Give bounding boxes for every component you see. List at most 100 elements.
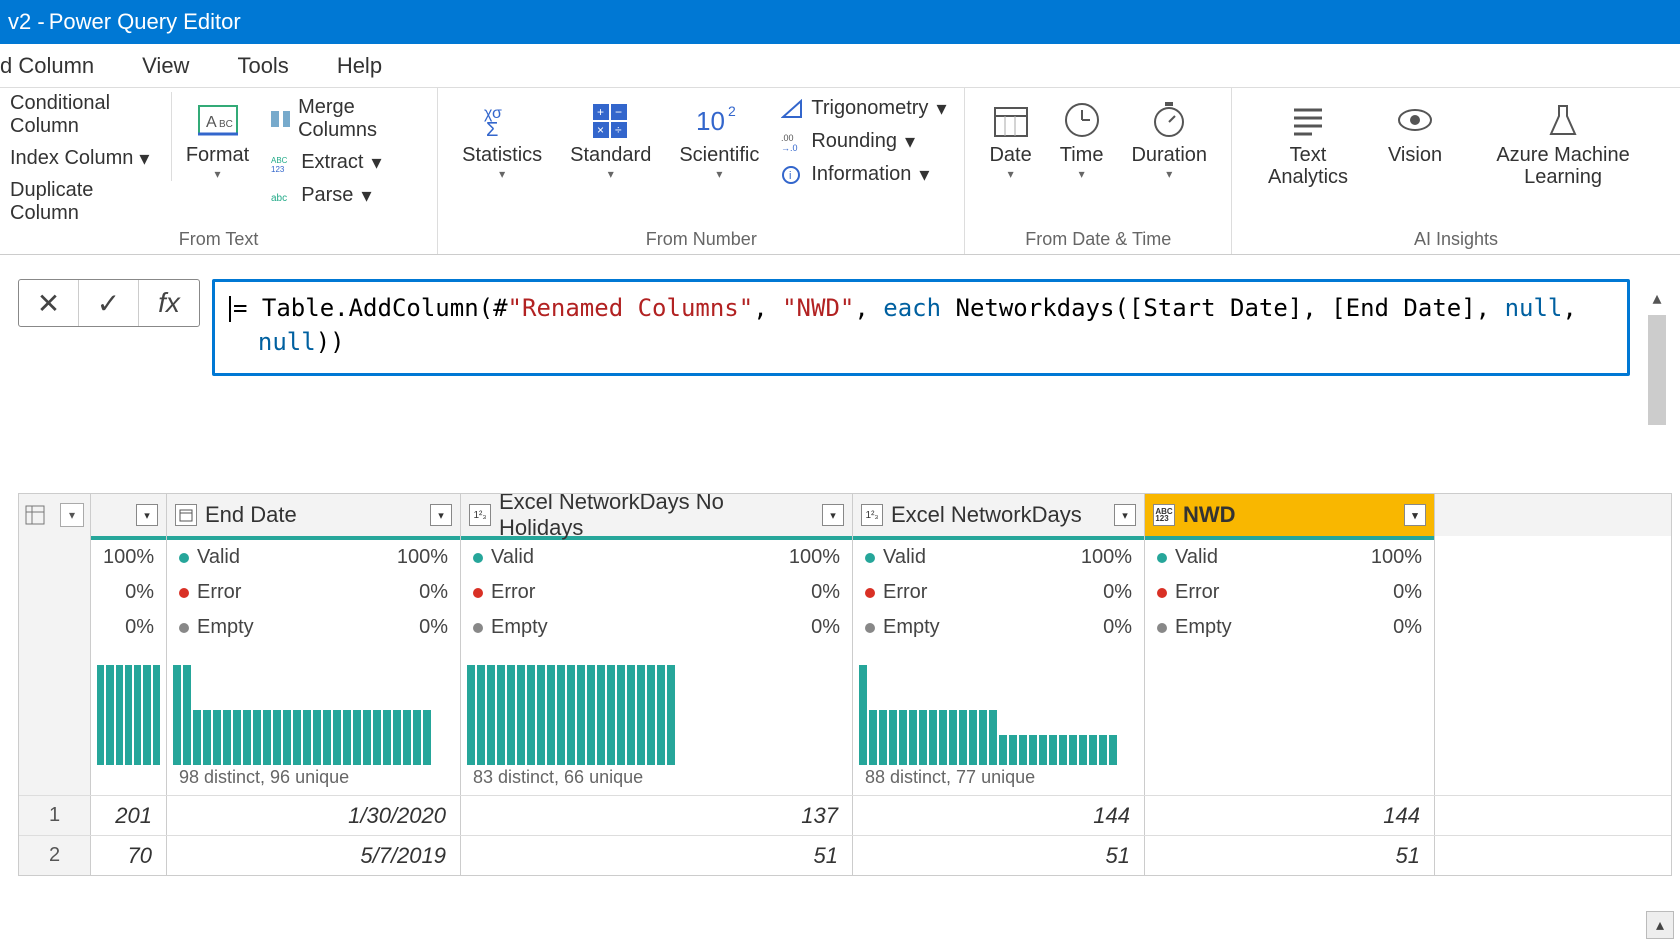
column-filter-button[interactable]: ▾ xyxy=(1114,504,1136,526)
tab-add-column[interactable]: d Column xyxy=(0,53,94,79)
formula-token: null xyxy=(1505,294,1563,322)
formula-token: , xyxy=(753,294,782,322)
time-button[interactable]: Time ▾ xyxy=(1046,92,1118,181)
scroll-up-button[interactable]: ▴ xyxy=(1646,911,1674,939)
formula-token: )) xyxy=(316,328,345,356)
cell-value: 201 xyxy=(91,796,167,835)
text-analytics-icon xyxy=(1288,100,1328,140)
parse-label: Parse xyxy=(301,184,353,207)
calendar-icon xyxy=(991,100,1031,140)
vision-label: Vision xyxy=(1388,144,1442,167)
chart-nwd3 xyxy=(1145,645,1435,765)
formula-scroll-up[interactable]: ▴ xyxy=(1642,283,1672,313)
svg-text:A: A xyxy=(206,114,217,131)
azure-ml-label: Azure Machine Learning xyxy=(1470,144,1656,188)
fx-icon: fx xyxy=(158,287,180,319)
distinct-label: 98 distinct, 96 unique xyxy=(167,765,461,795)
tab-help[interactable]: Help xyxy=(337,53,382,79)
statistics-button[interactable]: χσΣ Statistics ▾ xyxy=(448,92,556,181)
column-header-nwd-noholidays[interactable]: 1²₃ Excel NetworkDays No Holidays ▾ xyxy=(461,494,853,536)
table-row[interactable]: 2 70 5/7/2019 51 51 51 xyxy=(19,835,1671,875)
chevron-down-icon: ▾ xyxy=(215,167,221,181)
cell-value: 51 xyxy=(1145,836,1435,875)
column-label: Excel NetworkDays xyxy=(891,502,1082,528)
row-number: 1 xyxy=(19,796,91,835)
information-label: Information xyxy=(811,163,911,186)
stat-label: Empty xyxy=(1175,616,1232,638)
chevron-down-icon: ▾ xyxy=(499,167,505,181)
conditional-column-button[interactable]: Conditional Column xyxy=(10,92,161,138)
tab-view[interactable]: View xyxy=(142,53,189,79)
azure-ml-button[interactable]: Azure Machine Learning xyxy=(1456,92,1670,188)
cell-value: 1/30/2020 xyxy=(167,796,461,835)
cell-value: 51 xyxy=(461,836,853,875)
stat-percent: 0% xyxy=(811,581,840,604)
column-label: End Date xyxy=(205,502,297,528)
group-from-text: From Text xyxy=(10,225,427,252)
table-row[interactable]: 1 201 1/30/2020 137 144 144 xyxy=(19,795,1671,835)
group-ai-insights: AI Insights xyxy=(1242,225,1670,252)
extract-label: Extract xyxy=(301,151,363,174)
cell-value: 70 xyxy=(91,836,167,875)
information-button[interactable]: i Information ▾ xyxy=(781,162,946,187)
svg-text:i: i xyxy=(789,170,791,182)
chevron-down-icon: ▾ xyxy=(139,146,149,171)
formula-token: null xyxy=(258,328,316,356)
close-icon: ✕ xyxy=(37,287,60,320)
column-filter-button[interactable]: ▾ xyxy=(822,504,844,526)
time-label: Time xyxy=(1060,144,1104,167)
stat-percent: 100% xyxy=(1081,546,1132,569)
tab-tools[interactable]: Tools xyxy=(237,53,288,79)
formula-token: , xyxy=(1562,294,1576,322)
accept-formula-button[interactable]: ✓ xyxy=(79,280,139,326)
formula-scrollbar[interactable] xyxy=(1648,315,1666,425)
date-button[interactable]: Date ▾ xyxy=(975,92,1045,181)
stopwatch-icon xyxy=(1149,100,1189,140)
duration-label: Duration xyxy=(1131,144,1207,167)
text-analytics-button[interactable]: Text Analytics xyxy=(1242,92,1374,188)
duplicate-column-button[interactable]: Duplicate Column xyxy=(10,179,161,225)
format-label: Format xyxy=(186,144,249,167)
index-column-button[interactable]: Index Column ▾ xyxy=(10,146,161,171)
date-label: Date xyxy=(989,144,1031,167)
column-header-nwd-new[interactable]: ABC123 NWD ▾ xyxy=(1145,494,1435,536)
standard-button[interactable]: +−×÷ Standard ▾ xyxy=(556,92,665,181)
column-header-index[interactable]: ▾ xyxy=(91,494,167,536)
table-options-button[interactable]: ▾ xyxy=(60,503,84,527)
stat-label: Valid xyxy=(491,546,534,568)
vision-button[interactable]: Vision xyxy=(1374,92,1456,167)
stat-percent: 0% xyxy=(811,616,840,639)
stat-percent: 100% xyxy=(1371,546,1422,569)
parse-button[interactable]: abc Parse ▾ xyxy=(271,183,419,208)
chart-nwd2 xyxy=(853,645,1145,765)
chart-nwd1 xyxy=(461,645,853,765)
extract-button[interactable]: ABC123 Extract ▾ xyxy=(271,150,419,175)
chevron-down-icon: ▾ xyxy=(1008,167,1014,181)
merge-columns-button[interactable]: Merge Columns xyxy=(271,96,419,142)
stat-percent: 0% xyxy=(125,581,154,604)
chevron-down-icon: ▾ xyxy=(716,167,722,181)
titlebar: v2 - Power Query Editor xyxy=(0,0,1680,44)
formula-bar: ✕ ✓ fx = Table.AddColumn(#"Renamed Colum… xyxy=(0,255,1680,433)
format-button[interactable]: ABC Format ▾ xyxy=(171,92,263,181)
check-icon: ✓ xyxy=(97,287,120,320)
group-from-datetime: From Date & Time xyxy=(975,225,1221,252)
duration-button[interactable]: Duration ▾ xyxy=(1117,92,1221,181)
rounding-icon: .00→.0 xyxy=(781,132,803,152)
distinct-label: 88 distinct, 77 unique xyxy=(853,765,1145,795)
fx-button[interactable]: fx xyxy=(139,280,199,326)
trigonometry-button[interactable]: Trigonometry ▾ xyxy=(781,96,946,121)
formula-token: , xyxy=(854,294,883,322)
formula-input[interactable]: = Table.AddColumn(#"Renamed Columns", "N… xyxy=(212,279,1630,376)
stat-percent: 0% xyxy=(1393,616,1422,639)
chevron-down-icon: ▾ xyxy=(1166,167,1172,181)
column-header-nwd[interactable]: 1²₃ Excel NetworkDays ▾ xyxy=(853,494,1145,536)
column-filter-button[interactable]: ▾ xyxy=(136,504,158,526)
column-filter-button[interactable]: ▾ xyxy=(430,504,452,526)
distribution-charts xyxy=(19,645,1671,765)
cancel-formula-button[interactable]: ✕ xyxy=(19,280,79,326)
column-header-end-date[interactable]: End Date ▾ xyxy=(167,494,461,536)
column-filter-button[interactable]: ▾ xyxy=(1404,504,1426,526)
rounding-button[interactable]: .00→.0 Rounding ▾ xyxy=(781,129,946,154)
scientific-button[interactable]: 102 Scientific ▾ xyxy=(665,92,773,181)
